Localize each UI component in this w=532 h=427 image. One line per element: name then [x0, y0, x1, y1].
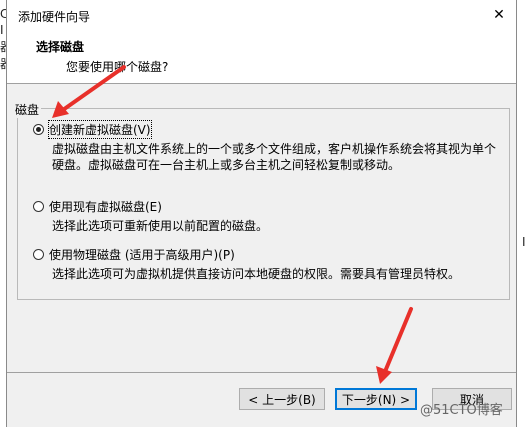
option-description: 选择此选项可为虚拟机提供直接访问本地硬盘的权限。需要具有管理员特权。 — [52, 266, 460, 282]
radio-label: 使用现有虚拟磁盘(E) — [49, 200, 162, 214]
radio-button[interactable] — [33, 201, 44, 212]
radio-label: 使用物理磁盘 (适用于高级用户)(P) — [49, 248, 235, 262]
description-line: 选择此选项可为虚拟机提供直接访问本地硬盘的权限。需要具有管理员特权。 — [52, 267, 461, 281]
background-right-strip: I — [518, 0, 532, 427]
description-line: 选择此选项可重新使用以前配置的磁盘。 — [52, 219, 269, 233]
close-button[interactable]: ✕ — [482, 0, 516, 30]
watermark: @51CTO博客 — [420, 403, 503, 418]
description-line: 虚拟磁盘由主机文件系统上的一个或多个文件组成，客户机操作系统会将其视为单个 — [52, 142, 497, 156]
radio-use-physical-disk[interactable]: 使用物理磁盘 (适用于高级用户)(P) — [33, 246, 235, 263]
close-icon: ✕ — [493, 7, 505, 23]
groupbox-label: 磁盘 — [13, 101, 42, 118]
page-subtitle: 您要使用哪个磁盘? — [66, 60, 169, 74]
page-title: 选择磁盘 — [36, 40, 85, 54]
footer-divider — [7, 372, 516, 373]
title-bar[interactable]: 添加硬件向导 ✕ — [7, 0, 516, 30]
option-description: 虚拟磁盘由主机文件系统上的一个或多个文件组成，客户机操作系统会将其视为单个 硬盘… — [52, 141, 496, 173]
back-button[interactable]: < 上一步(B) — [239, 388, 325, 410]
radio-use-existing-virtual-disk[interactable]: 使用现有虚拟磁盘(E) — [33, 198, 162, 215]
radio-label: 创建新虚拟磁盘(V) — [48, 120, 152, 139]
radio-button[interactable] — [33, 249, 44, 260]
background-char: I — [522, 235, 526, 249]
window-title: 添加硬件向导 — [18, 10, 91, 24]
radio-create-new-virtual-disk[interactable]: 创建新虚拟磁盘(V) — [33, 120, 152, 139]
option-description: 选择此选项可重新使用以前配置的磁盘。 — [52, 218, 268, 234]
wizard-header: 选择磁盘 您要使用哪个磁盘? — [7, 30, 516, 84]
description-line: 硬盘。虚拟磁盘可在一台主机上或多台主机之间轻松复制或移动。 — [52, 158, 401, 172]
add-hardware-wizard-window: 添加硬件向导 ✕ 选择磁盘 您要使用哪个磁盘? 磁盘 创建新虚拟磁盘(V) 虚拟… — [6, 0, 517, 427]
radio-button-selected[interactable] — [33, 124, 44, 135]
next-button[interactable]: 下一步(N) > — [335, 388, 417, 410]
background-char: I — [0, 23, 4, 37]
